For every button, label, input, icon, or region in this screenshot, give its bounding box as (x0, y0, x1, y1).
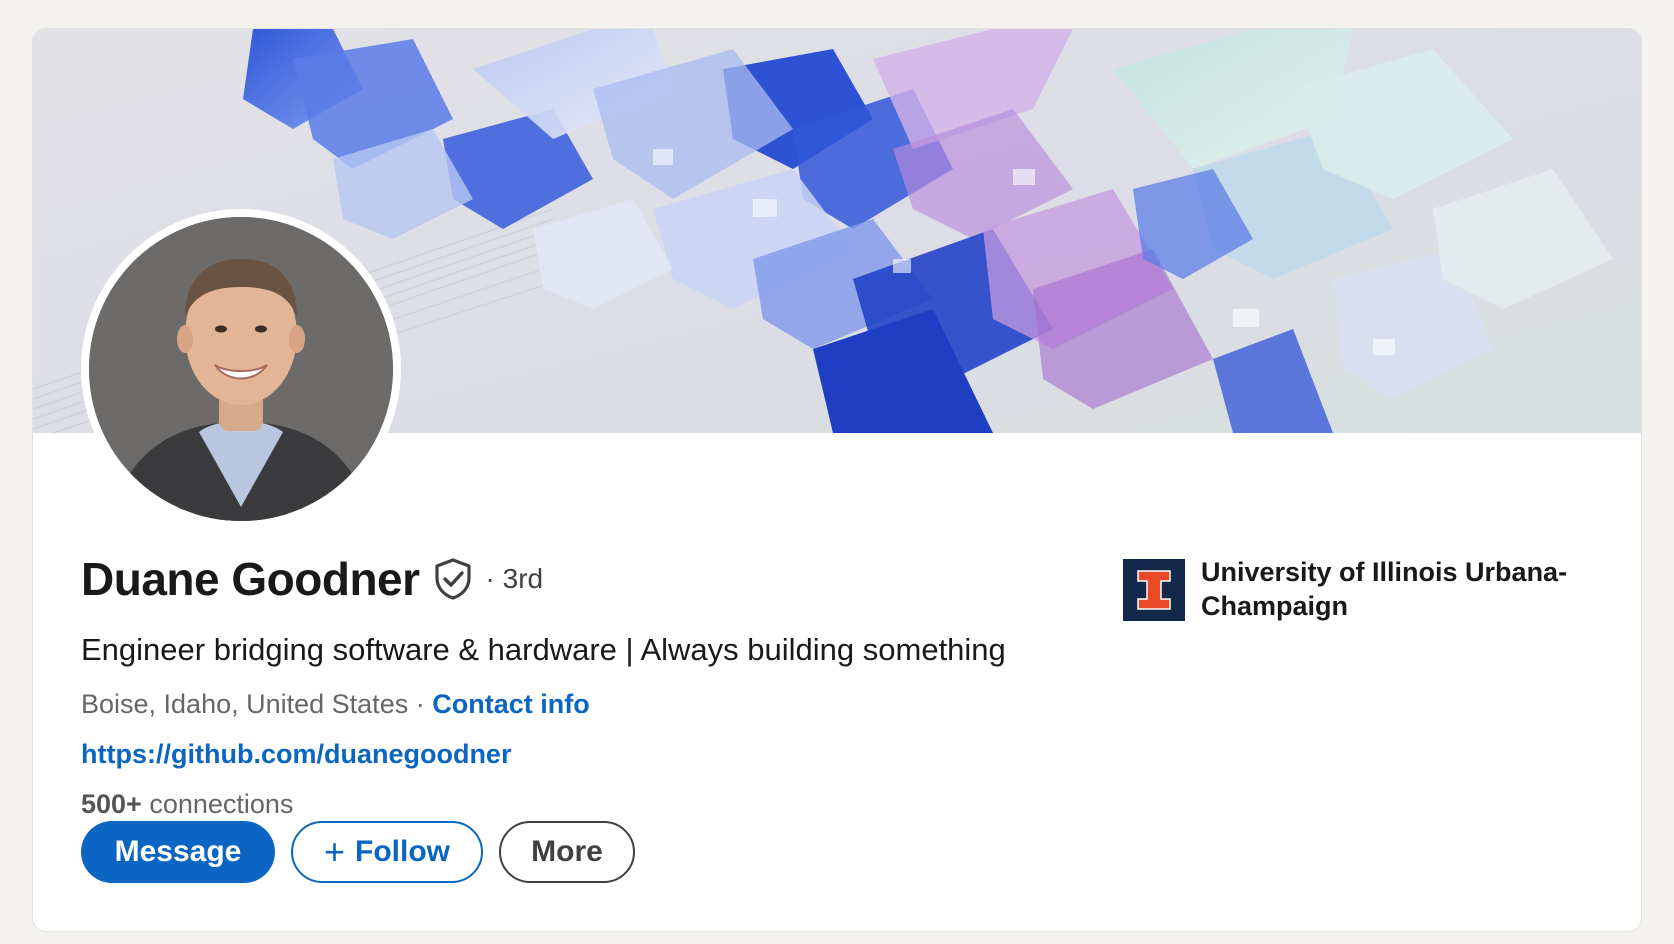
contact-info-link[interactable]: Contact info (432, 689, 589, 719)
profile-headline: Engineer bridging software & hardware | … (81, 632, 1006, 667)
message-button[interactable]: Message (81, 821, 275, 883)
profile-actions: Message + Follow More (81, 821, 635, 883)
connections-count[interactable]: 500+ connections (81, 789, 293, 820)
website-link[interactable]: https://github.com/duanegoodner (81, 739, 511, 770)
school-name: University of Illinois Urbana-Champaign (1201, 557, 1568, 621)
connections-number: 500+ (81, 789, 142, 819)
more-button[interactable]: More (499, 821, 635, 883)
profile-card: Duane Goodner · 3rd Engineer bridging so… (32, 28, 1642, 932)
profile-location: Boise, Idaho, United States (81, 689, 409, 719)
verified-shield-icon[interactable] (434, 558, 472, 600)
plus-icon: + (323, 831, 346, 872)
education-school-link[interactable]: University of Illinois Urbana-Champaign (1123, 557, 1601, 623)
university-logo (1123, 559, 1185, 621)
profile-photo[interactable] (89, 217, 393, 521)
follow-button-label: Follow (355, 835, 450, 868)
name-row: Duane Goodner · 3rd (81, 549, 543, 609)
location-row: Boise, Idaho, United States · Contact in… (81, 689, 590, 720)
avatar-illustration (89, 217, 393, 521)
profile-photo-frame[interactable] (81, 209, 401, 529)
connections-label: connections (141, 789, 294, 819)
illinois-block-i-icon (1137, 570, 1171, 610)
location-separator: · (408, 689, 433, 719)
follow-button[interactable]: + Follow (291, 821, 483, 883)
connection-degree: · 3rd (485, 563, 544, 594)
profile-name: Duane Goodner (81, 553, 420, 605)
